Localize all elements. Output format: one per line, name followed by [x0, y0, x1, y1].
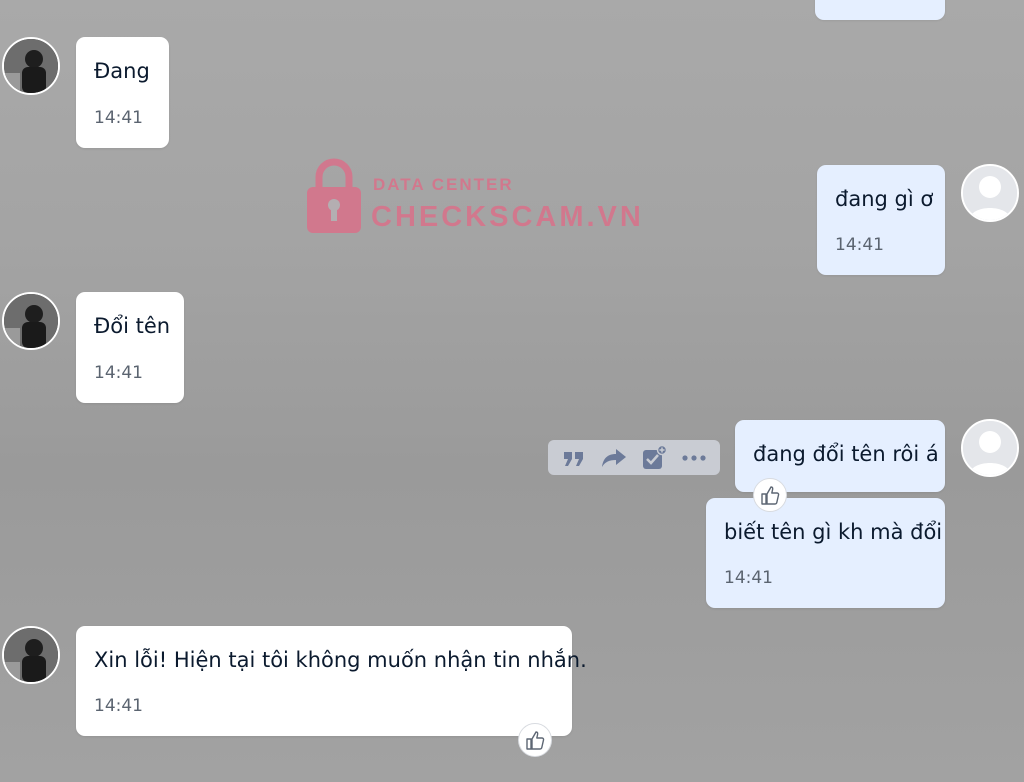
default-user-icon [963, 421, 1017, 475]
message-bubble-outgoing[interactable] [815, 0, 945, 20]
friend-avatar[interactable] [2, 292, 60, 350]
quote-icon[interactable] [560, 444, 588, 472]
watermark-line2: CHECKSCAM.VN [371, 201, 644, 233]
message-bubble-outgoing[interactable]: biết tên gì kh mà đổi 14:41 [706, 498, 945, 608]
message-bubble-incoming[interactable]: Đổi tên 14:41 [76, 292, 184, 403]
message-time: 14:41 [94, 363, 143, 383]
watermark: DATA CENTER CHECKSCAM.VN [305, 157, 645, 237]
forward-icon[interactable] [600, 444, 628, 472]
thumbs-up-icon [526, 731, 545, 750]
message-time: 14:41 [835, 235, 884, 255]
my-avatar[interactable] [961, 419, 1019, 477]
reaction-button[interactable] [753, 478, 787, 512]
message-text: Đang [94, 59, 150, 83]
message-bubble-incoming[interactable]: Xin lỗi! Hiện tại tôi không muốn nhận ti… [76, 626, 587, 736]
add-task-icon[interactable] [640, 444, 668, 472]
default-user-icon [963, 166, 1017, 220]
lock-icon [307, 158, 361, 233]
message-text: đang gì ơ [835, 187, 934, 211]
message-time: 14:41 [724, 568, 773, 588]
friend-photo-icon [4, 39, 58, 93]
message-text: Đổi tên [94, 314, 171, 338]
message-bubble-outgoing[interactable]: đang gì ơ 14:41 [817, 165, 945, 275]
message-bubble-incoming[interactable]: Đang 14:41 [76, 37, 169, 148]
more-icon[interactable] [680, 444, 708, 472]
watermark-line1: DATA CENTER [373, 175, 514, 194]
thumbs-up-icon [761, 486, 780, 505]
message-text: Xin lỗi! Hiện tại tôi không muốn nhận ti… [94, 648, 587, 672]
message-time: 14:41 [94, 108, 143, 128]
my-avatar[interactable] [961, 164, 1019, 222]
friend-avatar[interactable] [2, 37, 60, 95]
message-text: biết tên gì kh mà đổi [724, 520, 943, 544]
friend-photo-icon [4, 294, 58, 348]
message-action-toolbar [548, 440, 720, 475]
message-time: 14:41 [94, 696, 143, 716]
friend-avatar[interactable] [2, 626, 60, 684]
reaction-button[interactable] [518, 723, 552, 757]
friend-photo-icon [4, 628, 58, 682]
message-text: đang đổi tên rôi á [753, 442, 939, 466]
